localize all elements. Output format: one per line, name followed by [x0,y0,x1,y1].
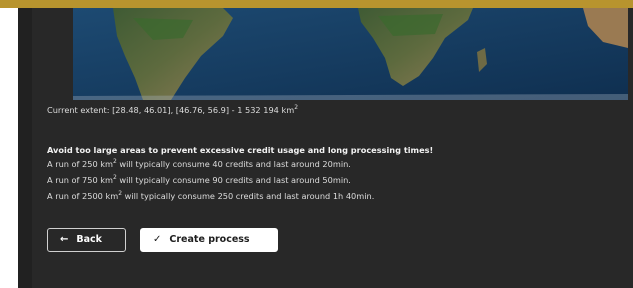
run-estimate-area: A run of 2500 km [47,191,119,201]
run-estimate-line: A run of 250 km2 will typically consume … [47,158,351,170]
satellite-map[interactable] [73,8,628,100]
top-accent-bar [0,0,633,8]
run-estimate-area: A run of 750 km [47,175,113,185]
arrow-left-icon: ← [60,234,69,245]
left-divider [18,8,32,288]
left-margin [0,8,18,288]
run-estimate-line: A run of 750 km2 will typically consume … [47,174,351,186]
current-extent-text: Current extent: [28.48, 46.01], [46.76, … [47,105,295,115]
back-button[interactable]: ← Back [47,228,126,252]
check-icon: ✓ [153,234,162,245]
current-extent: Current extent: [28.48, 46.01], [46.76, … [47,104,298,116]
run-estimate-details: will typically consume 250 credits and l… [122,191,375,201]
map-imagery [73,8,628,100]
run-estimate-details: will typically consume 40 credits and la… [116,159,351,169]
back-button-label: Back [76,234,102,245]
run-estimate-details: will typically consume 90 credits and la… [116,175,351,185]
run-estimate-line: A run of 2500 km2 will typically consume… [47,190,374,202]
extent-unit-superscript: 2 [294,104,299,111]
warning-title: Avoid too large areas to prevent excessi… [47,145,434,155]
create-process-button[interactable]: ✓ Create process [140,228,278,252]
create-process-button-label: Create process [169,234,250,245]
run-estimate-area: A run of 250 km [47,159,113,169]
